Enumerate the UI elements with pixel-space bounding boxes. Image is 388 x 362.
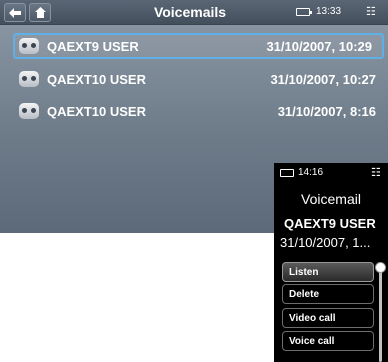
voicemail-date: 31/10/2007, 10:29 <box>266 38 372 54</box>
battery-icon <box>280 169 294 177</box>
delete-button[interactable]: Delete <box>282 284 374 304</box>
battery-icon <box>296 8 312 16</box>
caller-name: QAEXT10 USER <box>47 71 146 87</box>
status-clock: 13:33 <box>316 6 342 17</box>
caller-name: QAEXT10 USER <box>47 103 146 119</box>
video-call-button[interactable]: Video call <box>282 308 374 328</box>
scrollbar-thumb[interactable] <box>375 262 386 273</box>
detail-date: 31/10/2007, 1... <box>280 235 371 250</box>
detail-title: Voicemail <box>301 191 361 207</box>
top-bar: Voicemails 13:33 ☷ <box>0 0 388 25</box>
home-button[interactable] <box>29 3 51 22</box>
status-clock: 14:16 <box>298 167 324 178</box>
voicemail-row[interactable]: QAEXT10 USER 31/10/2007, 10:27 <box>15 66 386 92</box>
home-icon <box>34 7 46 18</box>
scrollbar-track[interactable] <box>379 268 382 362</box>
listen-button[interactable]: Listen <box>282 262 374 282</box>
voicemail-icon <box>19 38 39 54</box>
voicemail-date: 31/10/2007, 10:27 <box>270 71 376 87</box>
back-arrow-icon <box>9 7 21 18</box>
voicemail-row[interactable]: QAEXT9 USER 31/10/2007, 10:29 <box>13 33 384 59</box>
voicemail-date: 31/10/2007, 8:16 <box>277 103 376 119</box>
detail-caller-name: QAEXT9 USER <box>284 216 376 231</box>
voicemail-detail-screen: 14:16 ☷ Voicemail QAEXT9 USER 31/10/2007… <box>274 163 388 362</box>
caller-name: QAEXT9 USER <box>47 38 139 54</box>
voice-call-button[interactable]: Voice call <box>282 331 374 351</box>
voicemail-row[interactable]: QAEXT10 USER 31/10/2007, 8:16 <box>15 98 386 124</box>
voicemail-icon <box>19 71 39 87</box>
voicemail-icon <box>19 103 39 119</box>
network-icon: ☷ <box>371 167 381 179</box>
network-icon: ☷ <box>366 6 376 18</box>
back-button[interactable] <box>4 3 26 22</box>
page-title: Voicemails <box>153 4 227 20</box>
